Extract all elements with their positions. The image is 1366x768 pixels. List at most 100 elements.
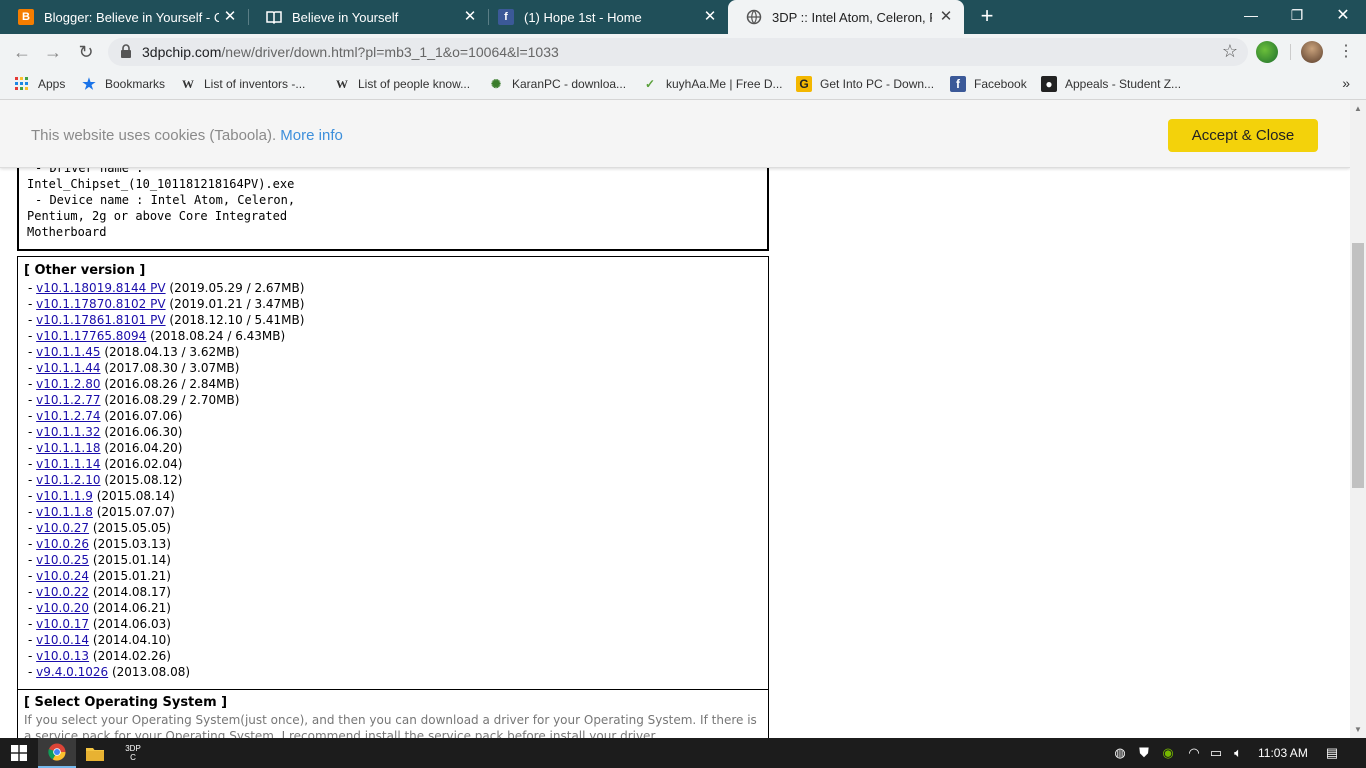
version-info: (2013.08.08) bbox=[111, 665, 191, 679]
bookmark-star-icon[interactable]: ☆ bbox=[1222, 41, 1238, 62]
accept-close-button[interactable]: Accept & Close bbox=[1168, 119, 1318, 152]
version-link[interactable]: v10.1.18019.8144 PV bbox=[36, 281, 165, 295]
facebook-icon: f bbox=[950, 76, 966, 92]
minimize-button[interactable]: — bbox=[1228, 0, 1274, 30]
tab-blogger[interactable]: B Blogger: Believe in Yourself - Cre ✕ bbox=[0, 0, 248, 34]
bookmark-facebook[interactable]: f Facebook bbox=[950, 76, 1027, 92]
version-link[interactable]: v10.1.1.32 bbox=[36, 425, 100, 439]
close-icon[interactable]: ✕ bbox=[222, 9, 238, 25]
close-icon[interactable]: ✕ bbox=[702, 9, 718, 25]
scroll-down-arrow-icon[interactable]: ▼ bbox=[1354, 725, 1362, 734]
version-info: (2015.07.07) bbox=[96, 505, 175, 519]
version-link[interactable]: v10.0.26 bbox=[36, 537, 89, 551]
version-info: (2015.05.05) bbox=[92, 521, 171, 535]
version-info: (2016.08.29 / 2.70MB) bbox=[104, 393, 240, 407]
bookmark-bookmarks[interactable]: ★ Bookmarks bbox=[81, 76, 165, 93]
taskbar-file-explorer[interactable] bbox=[76, 738, 114, 768]
bookmark-label: KaranPC - downloa... bbox=[512, 77, 627, 91]
bookmark-people[interactable]: W List of people know... bbox=[334, 76, 470, 92]
close-icon[interactable]: ✕ bbox=[938, 9, 954, 25]
version-link[interactable]: v10.1.1.18 bbox=[36, 441, 100, 455]
new-tab-button[interactable]: + bbox=[977, 5, 997, 27]
version-info: (2016.07.06) bbox=[104, 409, 183, 423]
version-row: - v10.0.20 (2014.06.21) bbox=[28, 601, 171, 615]
version-link[interactable]: v10.0.20 bbox=[36, 601, 89, 615]
address-bar[interactable]: 3dpchip.com/new/driver/down.html?pl=mb3_… bbox=[108, 38, 1248, 66]
menu-kebab-icon[interactable]: ⋮ bbox=[1334, 40, 1358, 64]
window-close-button[interactable]: ✕ bbox=[1320, 0, 1366, 30]
wikipedia-icon: W bbox=[182, 76, 194, 91]
taskbar-chrome[interactable] bbox=[38, 738, 76, 768]
more-bookmarks-chevron-icon[interactable]: » bbox=[1342, 75, 1350, 91]
taskbar-clock[interactable]: 11:03 AM bbox=[1258, 746, 1308, 760]
scrollbar-thumb[interactable] bbox=[1352, 243, 1364, 488]
bookmark-inventors[interactable]: W List of inventors -... bbox=[180, 76, 305, 92]
version-info: (2017.08.30 / 3.07MB) bbox=[104, 361, 240, 375]
version-info: (2016.06.30) bbox=[104, 425, 183, 439]
notification-icon[interactable]: ▤ bbox=[1324, 745, 1340, 761]
version-link[interactable]: v10.1.1.45 bbox=[36, 345, 100, 359]
version-link[interactable]: v10.1.17861.8101 PV bbox=[36, 313, 165, 327]
bookmark-apps[interactable]: Apps bbox=[14, 76, 65, 92]
version-row: - v10.1.17870.8102 PV (2019.01.21 / 3.47… bbox=[28, 297, 305, 311]
version-row: - v10.1.1.8 (2015.07.07) bbox=[28, 505, 175, 519]
version-link[interactable]: v10.1.1.14 bbox=[36, 457, 100, 471]
wifi-icon[interactable]: ◠ bbox=[1186, 745, 1202, 761]
facebook-icon: f bbox=[498, 9, 514, 25]
version-row: - v10.1.1.32 (2016.06.30) bbox=[28, 425, 183, 439]
restore-button[interactable]: ❐ bbox=[1274, 0, 1320, 30]
version-link[interactable]: v10.1.2.10 bbox=[36, 473, 100, 487]
avatar[interactable] bbox=[1301, 41, 1323, 63]
forward-button[interactable]: → bbox=[41, 40, 65, 64]
tab-3dp[interactable]: 3DP :: Intel Atom, Celeron, Pentiu ✕ bbox=[728, 0, 964, 34]
bookmark-karanpc[interactable]: ✺ KaranPC - downloa... bbox=[488, 76, 626, 92]
back-button[interactable]: ← bbox=[10, 40, 34, 64]
version-link[interactable]: v10.1.17870.8102 PV bbox=[36, 297, 165, 311]
wikipedia-icon: W bbox=[336, 76, 348, 91]
bookmark-kuyhaa[interactable]: ✓ kuyhAa.Me | Free D... bbox=[642, 76, 783, 92]
version-link[interactable]: v10.0.27 bbox=[36, 521, 89, 535]
taskbar-3dp-chip[interactable]: 3DP C bbox=[114, 738, 152, 768]
bookmark-label: Facebook bbox=[974, 77, 1027, 91]
getintopc-icon: G bbox=[796, 76, 812, 92]
more-info-link[interactable]: More info bbox=[280, 127, 343, 144]
network-globe-icon[interactable]: ◍ bbox=[1112, 745, 1128, 761]
battery-icon[interactable]: ▭ bbox=[1208, 745, 1224, 761]
version-link[interactable]: v10.1.2.77 bbox=[36, 393, 100, 407]
tab-believe[interactable]: Believe in Yourself ✕ bbox=[248, 0, 488, 34]
version-link[interactable]: v10.1.2.74 bbox=[36, 409, 100, 423]
volume-icon[interactable]: 🔈︎ bbox=[1230, 745, 1246, 761]
version-link[interactable]: v10.1.2.80 bbox=[36, 377, 100, 391]
version-link[interactable]: v10.1.1.9 bbox=[36, 489, 93, 503]
close-icon[interactable]: ✕ bbox=[462, 9, 478, 25]
version-link[interactable]: v10.0.24 bbox=[36, 569, 89, 583]
star-icon: ★ bbox=[82, 76, 96, 93]
version-row: - v10.0.27 (2015.05.05) bbox=[28, 521, 171, 535]
bookmark-appeals[interactable]: ● Appeals - Student Z... bbox=[1041, 76, 1181, 92]
version-link[interactable]: v10.1.1.44 bbox=[36, 361, 100, 375]
version-link[interactable]: v10.0.17 bbox=[36, 617, 89, 631]
version-list: - v10.1.18019.8144 PV (2019.05.29 / 2.67… bbox=[24, 280, 762, 680]
bookmark-getintopc[interactable]: G Get Into PC - Down... bbox=[796, 76, 934, 92]
tab-facebook[interactable]: f (1) Hope 1st - Home ✕ bbox=[480, 0, 728, 34]
version-link[interactable]: v10.0.25 bbox=[36, 553, 89, 567]
cookie-banner: This website uses cookies (Taboola). Mor… bbox=[0, 100, 1350, 168]
extension-icon[interactable] bbox=[1256, 41, 1278, 63]
page-content: - Driver name : Intel_Chipset_(10_101181… bbox=[0, 100, 1350, 738]
nvidia-icon[interactable]: ◉ bbox=[1160, 745, 1176, 761]
version-info: (2014.04.10) bbox=[92, 633, 171, 647]
version-link[interactable]: v10.1.17765.8094 bbox=[36, 329, 146, 343]
bookmark-label: Get Into PC - Down... bbox=[820, 77, 935, 91]
version-link[interactable]: v10.0.22 bbox=[36, 585, 89, 599]
version-link[interactable]: v10.1.1.8 bbox=[36, 505, 93, 519]
shield-icon[interactable]: ⛊ bbox=[1136, 745, 1152, 761]
scroll-up-arrow-icon[interactable]: ▲ bbox=[1354, 104, 1362, 113]
version-link[interactable]: v10.0.13 bbox=[36, 649, 89, 663]
reload-button[interactable]: ↻ bbox=[74, 40, 98, 64]
version-row: - v10.1.1.45 (2018.04.13 / 3.62MB) bbox=[28, 345, 240, 359]
tab-title: Blogger: Believe in Yourself - Cre bbox=[44, 9, 219, 25]
version-link[interactable]: v10.0.14 bbox=[36, 633, 89, 647]
page-scrollbar[interactable]: ▲ ▼ bbox=[1350, 100, 1366, 738]
start-button[interactable] bbox=[0, 738, 38, 768]
version-link[interactable]: v9.4.0.1026 bbox=[36, 665, 108, 679]
